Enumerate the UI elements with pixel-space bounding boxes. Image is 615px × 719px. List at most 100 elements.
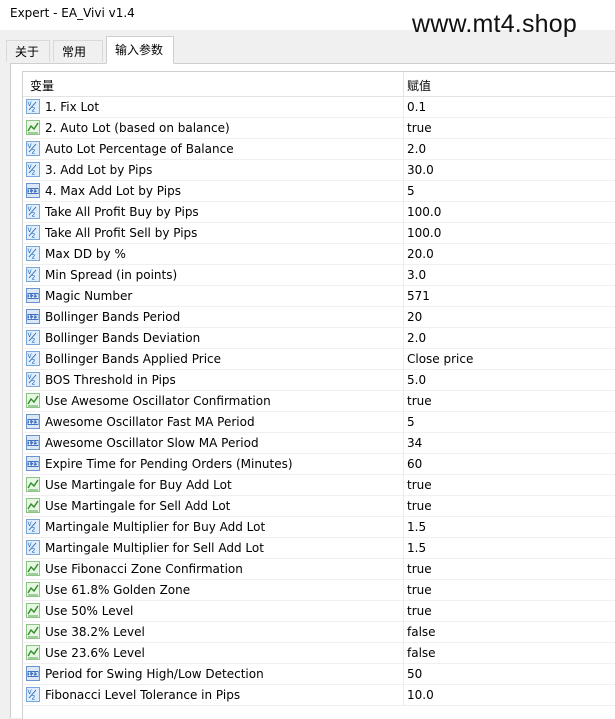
cell-divider [403, 622, 404, 643]
table-row[interactable]: V 2 Auto Lot Percentage of Balance 2.0 [23, 139, 615, 160]
cell-divider [403, 685, 404, 706]
table-row[interactable]: Use Awesome Oscillator Confirmation true [23, 391, 615, 412]
tab-inputs[interactable]: 输入参数 [106, 36, 174, 64]
table-row[interactable]: V 2 Martingale Multiplier for Buy Add Lot 1… [23, 517, 615, 538]
table-row[interactable]: Use 61.8% Golden Zone true [23, 580, 615, 601]
table-row[interactable]: V 2 BOS Threshold in Pips 5.0 [23, 370, 615, 391]
cell-divider [403, 286, 404, 307]
double-param-icon: V2 [26, 519, 40, 534]
parameter-value[interactable]: 34 [407, 436, 422, 450]
parameter-value[interactable]: 3.0 [407, 268, 426, 282]
parameter-value[interactable]: 50 [407, 667, 422, 681]
parameter-value[interactable]: 0.1 [407, 100, 426, 114]
table-row[interactable]: V 2 Martingale Multiplier for Sell Add Lot… [23, 538, 615, 559]
svg-text:2: 2 [32, 695, 36, 702]
parameter-name: Awesome Oscillator Slow MA Period [45, 436, 259, 450]
int-param-icon: 123 [26, 435, 40, 450]
table-row[interactable]: 123 Period for Swing High/Low Detection 50 [23, 664, 615, 685]
table-row[interactable]: V 2 3. Add Lot by Pips 30.0 [23, 160, 615, 181]
parameter-value[interactable]: true [407, 499, 432, 513]
parameter-name: Max DD by % [45, 247, 126, 261]
cell-divider [403, 139, 404, 160]
double-param-icon: V2 [26, 330, 40, 345]
parameter-name: Take All Profit Sell by Pips [45, 226, 198, 240]
double-param-icon: V2 [26, 99, 40, 114]
tab-strip: 关于 常用 输入参数 [6, 36, 609, 64]
parameter-name: 2. Auto Lot (based on balance) [45, 121, 230, 135]
parameter-value[interactable]: false [407, 625, 436, 639]
table-row[interactable]: V 2 Min Spread (in points) 3.0 [23, 265, 615, 286]
parameter-value[interactable]: 1.5 [407, 520, 426, 534]
table-row[interactable]: 123 Bollinger Bands Period 20 [23, 307, 615, 328]
column-divider[interactable] [403, 72, 404, 97]
parameter-value[interactable]: 2.0 [407, 142, 426, 156]
table-row[interactable]: Use 23.6% Level false [23, 643, 615, 664]
parameter-name: Fibonacci Level Tolerance in Pips [45, 688, 241, 702]
bool-param-icon [26, 498, 40, 513]
tab-common[interactable]: 常用 [53, 40, 103, 62]
table-row[interactable]: Use Martingale for Buy Add Lot true [23, 475, 615, 496]
table-row[interactable]: Use Martingale for Sell Add Lot true [23, 496, 615, 517]
parameter-name: 1. Fix Lot [45, 100, 100, 114]
parameter-value[interactable]: true [407, 604, 432, 618]
table-row[interactable]: Use 50% Level true [23, 601, 615, 622]
column-header-variable[interactable]: 变量 [30, 77, 54, 94]
int-param-icon: 123 [26, 414, 40, 429]
parameter-value[interactable]: 2.0 [407, 331, 426, 345]
svg-text:2: 2 [32, 380, 36, 387]
parameter-value[interactable]: 5 [407, 415, 415, 429]
parameter-value[interactable]: 20.0 [407, 247, 434, 261]
cell-divider [403, 391, 404, 412]
table-row[interactable]: V 2 Take All Profit Buy by Pips 100.0 [23, 202, 615, 223]
table-row[interactable]: V 2 Take All Profit Sell by Pips 100.0 [23, 223, 615, 244]
table-row[interactable]: V 2 Bollinger Bands Applied Price Close pri… [23, 349, 615, 370]
table-row[interactable]: 123 4. Max Add Lot by Pips 5 [23, 181, 615, 202]
cell-divider [403, 475, 404, 496]
table-row[interactable]: V 2 1. Fix Lot 0.1 [23, 97, 615, 118]
tab-about[interactable]: 关于 [6, 40, 50, 62]
parameter-value[interactable]: 1.5 [407, 541, 426, 555]
parameter-name: Auto Lot Percentage of Balance [45, 142, 234, 156]
table-row[interactable]: 123 Magic Number 571 [23, 286, 615, 307]
table-row[interactable]: 2. Auto Lot (based on balance) true [23, 118, 615, 139]
cell-divider [403, 538, 404, 559]
svg-text:2: 2 [32, 338, 36, 345]
parameter-value[interactable]: true [407, 562, 432, 576]
svg-text:2: 2 [32, 212, 36, 219]
table-row[interactable]: Use Fibonacci Zone Confirmation true [23, 559, 615, 580]
parameter-name: Use Martingale for Buy Add Lot [45, 478, 232, 492]
cell-divider [403, 664, 404, 685]
parameter-value[interactable]: 10.0 [407, 688, 434, 702]
parameter-name: Use 38.2% Level [45, 625, 145, 639]
table-row[interactable]: 123 Expire Time for Pending Orders (Minut… [23, 454, 615, 475]
parameter-value[interactable]: true [407, 121, 432, 135]
double-param-icon: V2 [26, 162, 40, 177]
table-row[interactable]: 123 Awesome Oscillator Fast MA Period 5 [23, 412, 615, 433]
parameter-value[interactable]: false [407, 646, 436, 660]
double-param-icon: V2 [26, 225, 40, 240]
cell-divider [403, 307, 404, 328]
table-row[interactable]: Use 38.2% Level false [23, 622, 615, 643]
parameter-value[interactable]: true [407, 478, 432, 492]
cell-divider [403, 97, 404, 118]
parameter-value[interactable]: 5 [407, 184, 415, 198]
table-row[interactable]: V 2 Fibonacci Level Tolerance in Pips 10.0 [23, 685, 615, 706]
table-row[interactable]: V 2 Bollinger Bands Deviation 2.0 [23, 328, 615, 349]
parameter-value[interactable]: true [407, 583, 432, 597]
table-row[interactable]: 123 Awesome Oscillator Slow MA Period 34 [23, 433, 615, 454]
parameter-name: Min Spread (in points) [45, 268, 178, 282]
table-row[interactable]: V 2 Max DD by % 20.0 [23, 244, 615, 265]
parameter-value[interactable]: 30.0 [407, 163, 434, 177]
cell-divider [403, 517, 404, 538]
parameter-value[interactable]: 60 [407, 457, 422, 471]
cell-divider [403, 181, 404, 202]
parameter-value[interactable]: Close price [407, 352, 473, 366]
parameter-value[interactable]: 571 [407, 289, 430, 303]
parameter-value[interactable]: 100.0 [407, 205, 441, 219]
column-header-value[interactable]: 赋值 [407, 77, 431, 94]
double-param-icon: V2 [26, 141, 40, 156]
parameter-value[interactable]: 100.0 [407, 226, 441, 240]
parameter-value[interactable]: true [407, 394, 432, 408]
parameter-value[interactable]: 5.0 [407, 373, 426, 387]
parameter-value[interactable]: 20 [407, 310, 422, 324]
